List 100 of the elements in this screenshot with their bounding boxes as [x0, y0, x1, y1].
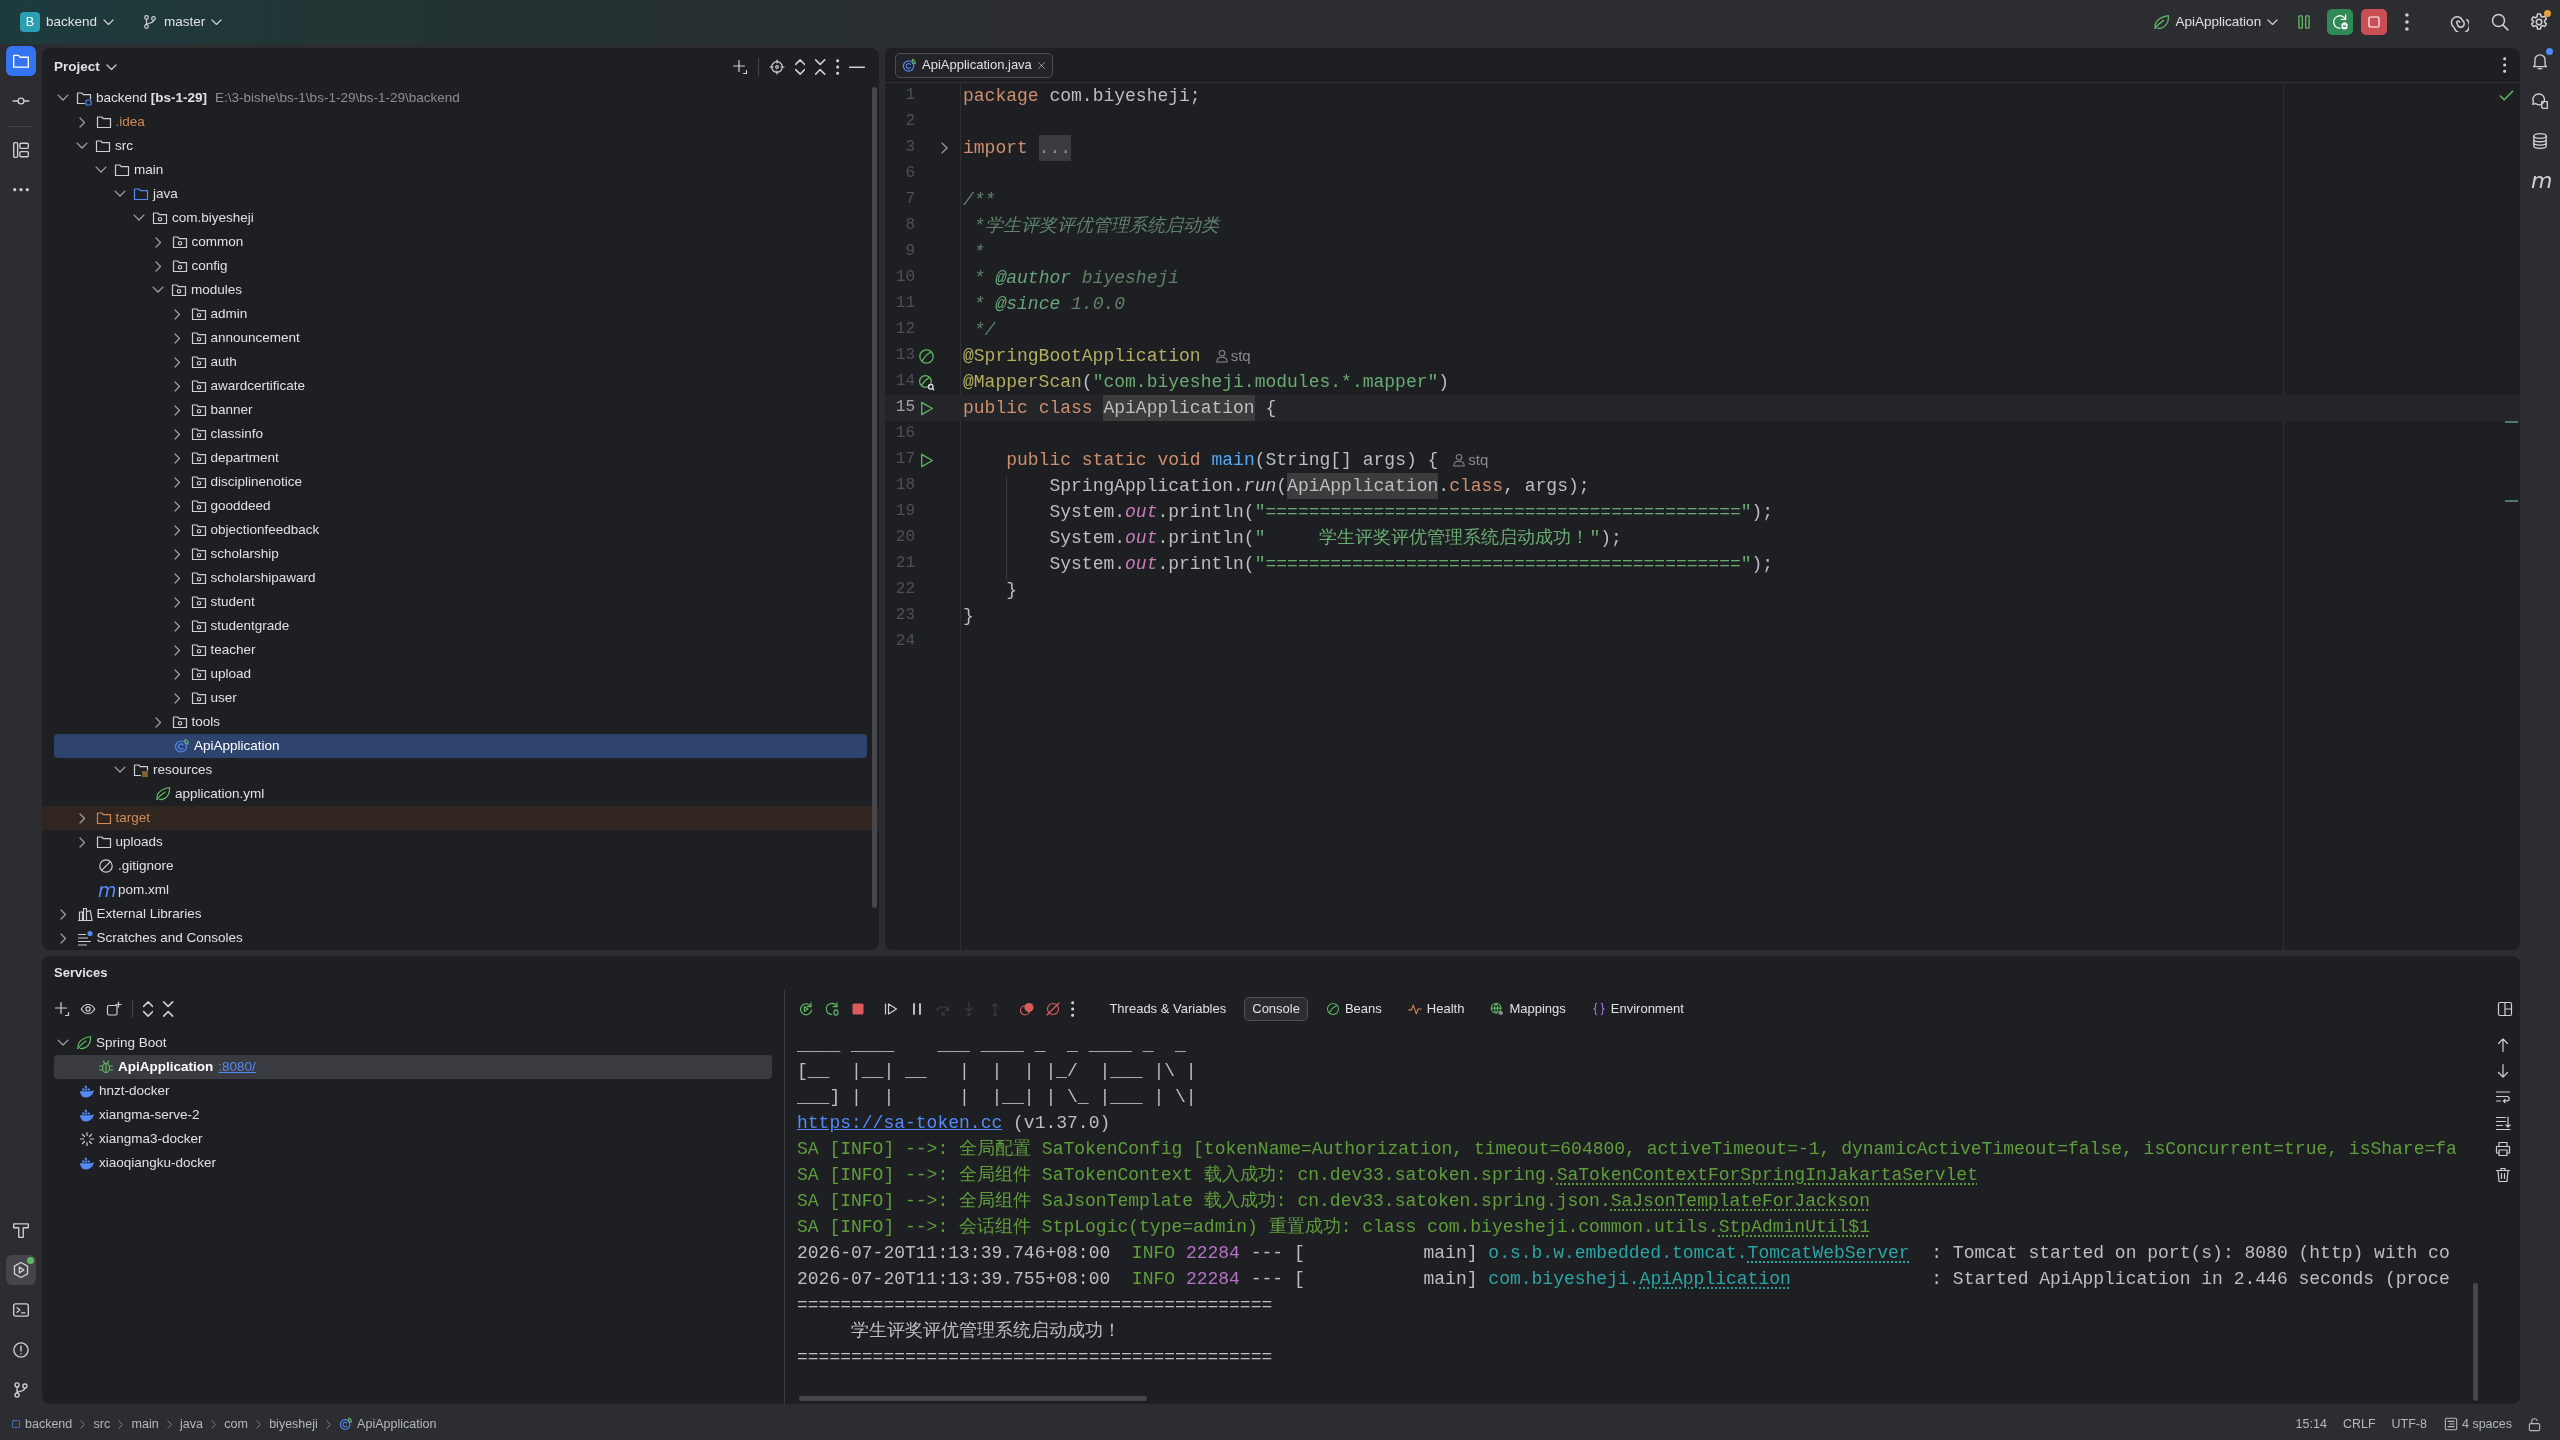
tree-item[interactable]: xiangma3-docker [54, 1127, 772, 1151]
more-vertical-icon[interactable] [1071, 1001, 1075, 1017]
tree-item[interactable]: config [54, 254, 867, 278]
chevron-right-icon[interactable] [174, 404, 181, 416]
tree-item[interactable]: classinfo [54, 422, 867, 446]
close-icon[interactable] [1036, 60, 1046, 70]
tree-item[interactable]: Spring Boot [54, 1031, 772, 1055]
encoding[interactable]: UTF-8 [2389, 1414, 2429, 1434]
tool-window-button[interactable] [6, 46, 36, 76]
class-link[interactable]: StpAdminUtil$1 [1718, 1217, 1870, 1237]
tree-item[interactable]: objectionfeedback [54, 518, 867, 542]
chevron-right-icon[interactable] [174, 332, 181, 344]
tab[interactable]: Threads & Variables [1101, 997, 1235, 1021]
tree-item[interactable]: xiaoqiangku-docker [54, 1151, 772, 1175]
chevron-right-icon[interactable] [174, 428, 181, 440]
tree-item[interactable]: department [54, 446, 867, 470]
minus-icon[interactable] [849, 65, 865, 69]
tree-item[interactable]: awardcertificate [54, 374, 867, 398]
tab[interactable]: Environment [1583, 997, 1692, 1021]
tab[interactable]: Beans [1317, 997, 1390, 1021]
resume-icon[interactable] [883, 1001, 899, 1017]
tree-item[interactable]: target [42, 806, 879, 830]
tree-item[interactable]: Scratches and Consoles [54, 926, 867, 950]
chevrons-collapse-icon[interactable] [815, 59, 826, 75]
chevron-down-icon[interactable] [76, 142, 88, 150]
chevron-right-icon[interactable] [174, 692, 181, 704]
chevron-right-icon[interactable] [174, 500, 181, 512]
line-separator[interactable]: CRLF [2340, 1414, 2378, 1434]
view-selector[interactable]: Project [48, 56, 123, 78]
chevron-right-icon[interactable] [60, 908, 67, 920]
chevron-down-icon[interactable] [95, 166, 107, 174]
url-link[interactable]: https://sa-token.cc [797, 1113, 1003, 1133]
indent-setting[interactable]: 4 spaces [2440, 1414, 2515, 1434]
tree-item[interactable]: banner [54, 398, 867, 422]
search-icon[interactable] [2490, 12, 2510, 32]
tree-item[interactable]: java [54, 182, 867, 206]
scrollbar-thumb[interactable] [872, 87, 877, 908]
chevrons-up-down-icon[interactable] [143, 1001, 154, 1017]
window-plus-icon[interactable] [106, 1001, 122, 1017]
slashed-circle-icon[interactable] [1045, 1001, 1061, 1017]
breadcrumb-item[interactable]: ApiApplication [336, 1414, 440, 1434]
scrollbar-thumb[interactable] [799, 1396, 1147, 1401]
tree-item[interactable]: student [54, 590, 867, 614]
soft-wrap-icon[interactable] [2495, 1089, 2511, 1105]
printer-icon[interactable] [2495, 1141, 2511, 1157]
chevron-down-icon[interactable] [57, 94, 69, 102]
chevron-right-icon[interactable] [174, 572, 181, 584]
chevron-down-icon[interactable] [133, 214, 145, 222]
scroll-to-end-icon[interactable] [2495, 1115, 2511, 1131]
tree-item[interactable]: admin [54, 302, 867, 326]
tab[interactable]: Health [1399, 997, 1473, 1021]
tree-item[interactable]: announcement [54, 326, 867, 350]
class-link[interactable]: ApiApplication [1639, 1269, 1791, 1289]
chevron-right-icon[interactable] [174, 356, 181, 368]
tree-item[interactable]: disciplinenotice [54, 470, 867, 494]
editor-tab[interactable]: ApiApplication.java [895, 52, 1053, 78]
breadcrumb-item[interactable]: backend [8, 1414, 76, 1434]
chevron-right-icon[interactable] [174, 596, 181, 608]
rerun-icon[interactable] [798, 1001, 814, 1017]
tree-item[interactable]: xiangma-serve-2 [54, 1103, 772, 1127]
chevron-down-icon[interactable] [114, 766, 126, 774]
stop-icon[interactable] [850, 1001, 866, 1017]
class-link[interactable]: TomcatWebServer [1747, 1243, 1910, 1263]
breakpoints-icon[interactable] [1019, 1001, 1035, 1017]
tree-item[interactable]: upload [54, 662, 867, 686]
chevron-right-icon[interactable] [155, 236, 162, 248]
chevron-down-icon[interactable] [57, 1039, 69, 1047]
more-vertical-icon[interactable] [835, 59, 839, 75]
chevron-right-icon[interactable] [79, 812, 86, 824]
trash-icon[interactable] [2495, 1167, 2511, 1183]
breadcrumb-item[interactable]: src [90, 1414, 114, 1434]
chevron-right-icon[interactable] [155, 716, 162, 728]
chevrons-collapse-icon[interactable] [163, 1001, 174, 1017]
chevron-down-icon[interactable] [152, 286, 164, 294]
scroll-marker[interactable] [2505, 500, 2518, 502]
chevron-right-icon[interactable] [155, 260, 162, 272]
tree-item[interactable]: tools [54, 710, 867, 734]
chevron-down-icon[interactable] [114, 190, 126, 198]
arrow-up-icon[interactable] [2495, 1037, 2511, 1053]
tree-item[interactable]: gooddeed [54, 494, 867, 518]
stop-button[interactable] [2361, 9, 2388, 35]
chevron-right-icon[interactable] [174, 644, 181, 656]
tab[interactable]: Mappings [1482, 997, 1574, 1021]
add-service-icon[interactable] [54, 1001, 70, 1017]
scroll-marker[interactable] [2505, 421, 2518, 423]
unlocked-lock-icon[interactable] [2527, 1416, 2542, 1432]
tree-item[interactable]: src [54, 134, 867, 158]
eye-icon[interactable] [80, 1001, 96, 1017]
more-vertical-icon[interactable] [2502, 57, 2506, 73]
scrollbar-thumb[interactable] [2473, 1283, 2478, 1401]
chevron-right-icon[interactable] [60, 932, 67, 944]
chevron-right-icon[interactable] [174, 548, 181, 560]
chevron-right-icon[interactable] [174, 308, 181, 320]
tree-item[interactable]: uploads [54, 830, 867, 854]
class-link[interactable]: SaTokenContextForSpringInJakartaServlet [1556, 1165, 1978, 1185]
breadcrumb-item[interactable]: biyesheji [266, 1414, 321, 1434]
tree-item[interactable]: application.yml [54, 782, 867, 806]
tree-item[interactable]: teacher [54, 638, 867, 662]
tree-item[interactable]: common [54, 230, 867, 254]
tab[interactable]: Console [1244, 997, 1308, 1021]
